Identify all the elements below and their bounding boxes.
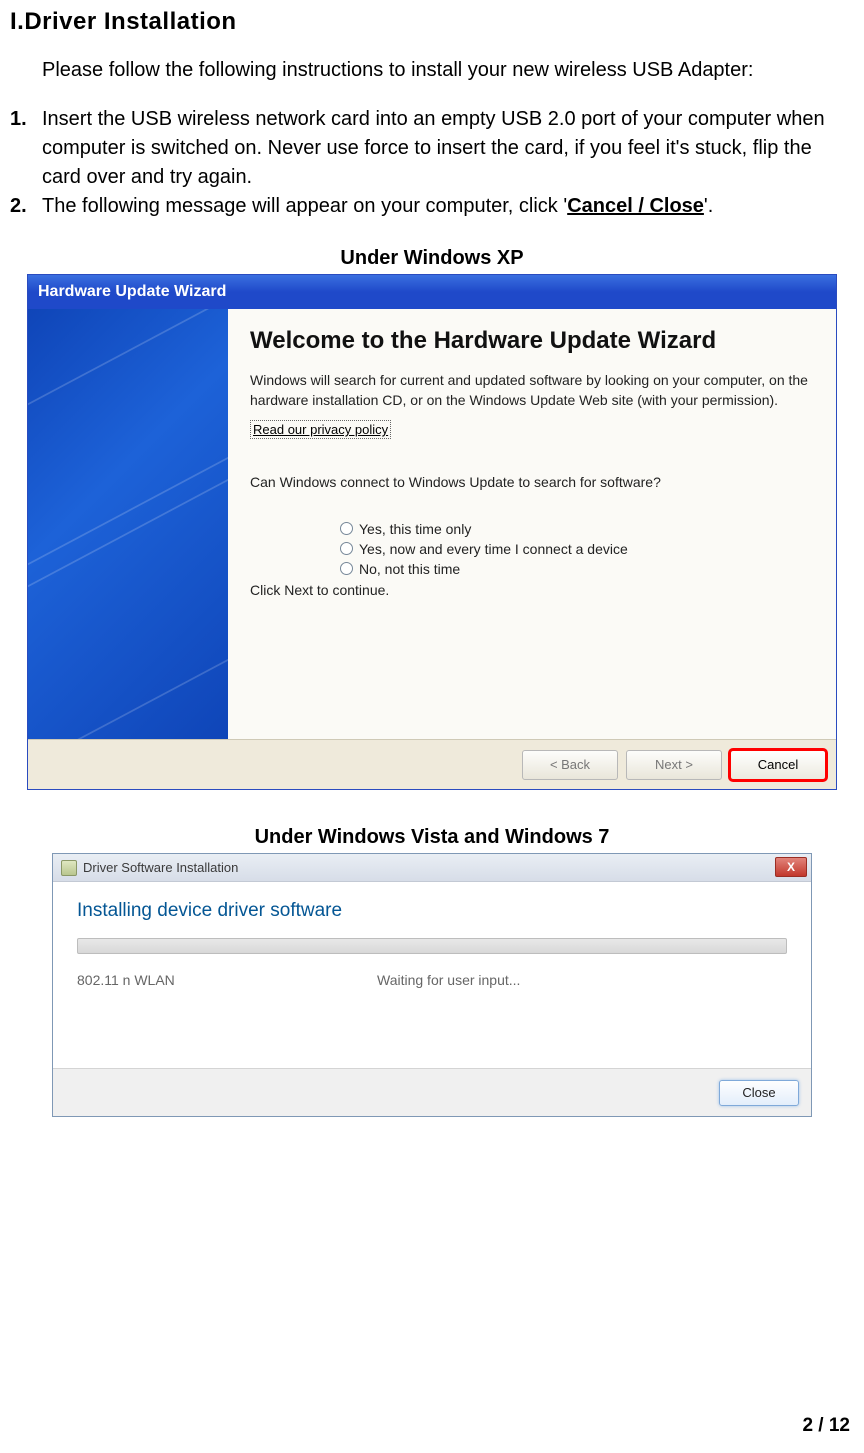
page-number: 2 / 12	[802, 1415, 850, 1437]
vista-caption: Under Windows Vista and Windows 7	[10, 826, 854, 849]
xp-main-panel: Welcome to the Hardware Update Wizard Wi…	[228, 309, 836, 739]
xp-radio-yes-once-label: Yes, this time only	[359, 521, 471, 537]
step-2-text: The following message will appear on you…	[42, 192, 854, 221]
disk-icon	[61, 860, 77, 876]
step-2-number: 2.	[10, 192, 42, 221]
step-1: 1. Insert the USB wireless network card …	[10, 105, 854, 192]
vista-progress-bar	[77, 938, 787, 954]
xp-question: Can Windows connect to Windows Update to…	[250, 473, 814, 493]
xp-continue-text: Click Next to continue.	[250, 581, 814, 601]
step-2: 2. The following message will appear on …	[10, 192, 854, 221]
step-1-number: 1.	[10, 105, 42, 192]
xp-button-bar: < Back Next > Cancel	[28, 739, 836, 789]
xp-radio-yes-once[interactable]: Yes, this time only	[340, 521, 814, 537]
vista-close-button[interactable]: X	[775, 857, 807, 877]
xp-caption: Under Windows XP	[10, 247, 854, 270]
steps-list: 1. Insert the USB wireless network card …	[10, 105, 854, 221]
xp-radio-group: Yes, this time only Yes, now and every t…	[340, 521, 814, 577]
vista-device-status: Waiting for user input...	[377, 972, 520, 988]
step-2-link-text: Cancel / Close	[567, 195, 704, 217]
radio-icon	[340, 542, 353, 555]
vista-close-footer-button[interactable]: Close	[719, 1080, 799, 1106]
vista-headline: Installing device driver software	[77, 900, 787, 922]
step-1-text: Insert the USB wireless network card int…	[42, 105, 854, 192]
vista-titlebar: Driver Software Installation X	[53, 854, 811, 882]
xp-wizard-window: Hardware Update Wizard Welcome to the Ha…	[27, 274, 837, 790]
xp-body: Welcome to the Hardware Update Wizard Wi…	[28, 309, 836, 739]
xp-radio-yes-always-label: Yes, now and every time I connect a devi…	[359, 541, 628, 557]
intro-paragraph: Please follow the following instructions…	[42, 56, 854, 85]
xp-cancel-button[interactable]: Cancel	[730, 750, 826, 780]
step-2-prefix: The following message will appear on you…	[42, 195, 567, 217]
xp-radio-yes-always[interactable]: Yes, now and every time I connect a devi…	[340, 541, 814, 557]
xp-privacy-link[interactable]: Read our privacy policy	[250, 420, 391, 439]
xp-next-button: Next >	[626, 750, 722, 780]
xp-side-graphic	[28, 309, 228, 739]
xp-back-button: < Back	[522, 750, 618, 780]
xp-radio-no-label: No, not this time	[359, 561, 460, 577]
vista-body: Installing device driver software 802.11…	[53, 882, 811, 1068]
radio-icon	[340, 522, 353, 535]
step-2-suffix: '.	[704, 195, 713, 217]
xp-side-graphic-lines	[28, 309, 228, 739]
vista-device-row: 802.11 n WLAN Waiting for user input...	[77, 972, 787, 988]
close-icon: X	[787, 860, 795, 874]
xp-titlebar: Hardware Update Wizard	[28, 275, 836, 309]
xp-radio-no[interactable]: No, not this time	[340, 561, 814, 577]
vista-titlebar-text: Driver Software Installation	[83, 860, 238, 875]
page-heading: I.Driver Installation	[10, 8, 854, 36]
vista-footer: Close	[53, 1068, 811, 1116]
radio-icon	[340, 562, 353, 575]
vista-dialog-window: Driver Software Installation X Installin…	[52, 853, 812, 1117]
xp-main-heading: Welcome to the Hardware Update Wizard	[250, 327, 814, 355]
xp-titlebar-text: Hardware Update Wizard	[38, 283, 226, 301]
xp-description: Windows will search for current and upda…	[250, 371, 814, 410]
vista-device-name: 802.11 n WLAN	[77, 972, 377, 988]
